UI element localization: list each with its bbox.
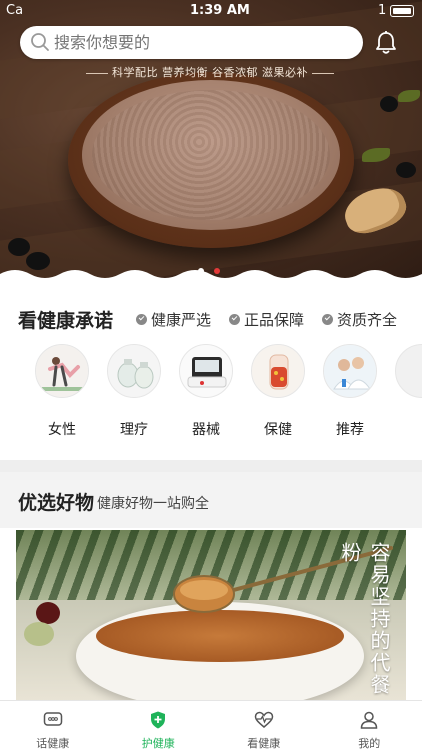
- category-wellness[interactable]: 保健: [250, 344, 306, 439]
- cupping-jar-icon: [107, 344, 161, 398]
- category-label: 推荐: [336, 422, 364, 438]
- user-icon: [360, 711, 378, 729]
- picks-header: 优选好物 健康好物一站购全: [0, 472, 422, 528]
- tab-label: 看健康: [247, 737, 281, 750]
- shield-plus-icon: [151, 711, 166, 729]
- status-bar: Ca 1:39 AM 1: [0, 0, 422, 22]
- product-banner[interactable]: 容易坚持的代餐粉: [16, 530, 406, 702]
- promise-badge-label: 健康严选: [151, 311, 212, 329]
- battery-number: 1: [378, 3, 387, 18]
- notification-bell-icon[interactable]: [374, 30, 398, 56]
- category-more[interactable]: [394, 344, 422, 398]
- promise-badge: 资质齐全: [322, 309, 397, 330]
- check-circle-icon: [229, 314, 241, 325]
- health-promise: 看健康承诺 健康严选 正品保障 资质齐全: [0, 300, 422, 340]
- promise-badge-label: 正品保障: [244, 311, 305, 329]
- promise-badge: 正品保障: [229, 309, 304, 330]
- herbal-tea-icon: [251, 344, 305, 398]
- yoga-icon: [35, 344, 89, 398]
- category-label: 女性: [48, 422, 76, 438]
- category-women[interactable]: 女性: [34, 344, 90, 439]
- blood-pressure-monitor-icon: [179, 344, 233, 398]
- berry-image: [36, 602, 60, 624]
- picks-subtitle: 健康好物一站购全: [97, 496, 209, 512]
- banner-vertical-text: 容易坚持的代餐粉: [338, 542, 391, 696]
- promise-badges: 健康严选 正品保障 资质齐全: [136, 309, 397, 330]
- tab-label: 话健康: [36, 737, 70, 750]
- category-recommend[interactable]: 推荐: [322, 344, 378, 439]
- carousel-dots[interactable]: [198, 268, 220, 274]
- section-divider: [0, 460, 422, 472]
- search-bar[interactable]: [20, 26, 363, 59]
- tab-protect-health[interactable]: 护健康: [106, 701, 212, 750]
- bottom-tab-bar: 话健康 护健康 看健康 我的: [0, 700, 422, 750]
- nut-image: [24, 622, 54, 646]
- hero-tagline-text: 科学配比 营养均衡 谷香浓郁 滋果必补: [112, 66, 308, 79]
- app-screen: Ca 1:39 AM 1 科学配比 营养均衡 谷香浓郁 滋果必补 看健康承诺 健…: [0, 0, 422, 750]
- powder-image: [82, 80, 340, 230]
- search-input[interactable]: [54, 29, 344, 56]
- category-label: 器械: [192, 422, 220, 438]
- promise-title: 看健康承诺: [18, 310, 114, 332]
- check-circle-icon: [322, 314, 334, 325]
- category-therapy[interactable]: 理疗: [106, 344, 162, 439]
- tab-view-health[interactable]: 看健康: [211, 701, 317, 750]
- more-category-icon: [395, 344, 422, 398]
- promise-badge: 健康严选: [136, 309, 211, 330]
- carrier-label: Ca: [6, 3, 24, 18]
- tab-talk-health[interactable]: 话健康: [0, 701, 106, 750]
- battery-icon: [390, 5, 414, 17]
- carousel-dot-active[interactable]: [214, 268, 220, 274]
- picks-title: 优选好物: [18, 492, 95, 514]
- category-devices[interactable]: 器械: [178, 344, 234, 439]
- tab-label: 我的: [358, 737, 381, 750]
- category-row: 女性 理疗 器械 保健 推荐: [0, 344, 422, 444]
- tab-label: 护健康: [141, 737, 175, 750]
- check-circle-icon: [136, 314, 147, 325]
- heart-pulse-icon: [254, 711, 274, 728]
- search-icon: [31, 33, 49, 51]
- category-label: 理疗: [120, 422, 148, 438]
- chat-icon: [43, 712, 62, 726]
- promise-badge-label: 资质齐全: [337, 311, 398, 329]
- carousel-dot[interactable]: [198, 268, 204, 274]
- hero-tagline: 科学配比 营养均衡 谷香浓郁 滋果必补: [70, 64, 350, 80]
- tab-mine[interactable]: 我的: [317, 701, 422, 750]
- doctors-icon: [323, 344, 377, 398]
- clock: 1:39 AM: [190, 3, 250, 18]
- category-label: 保健: [264, 422, 292, 438]
